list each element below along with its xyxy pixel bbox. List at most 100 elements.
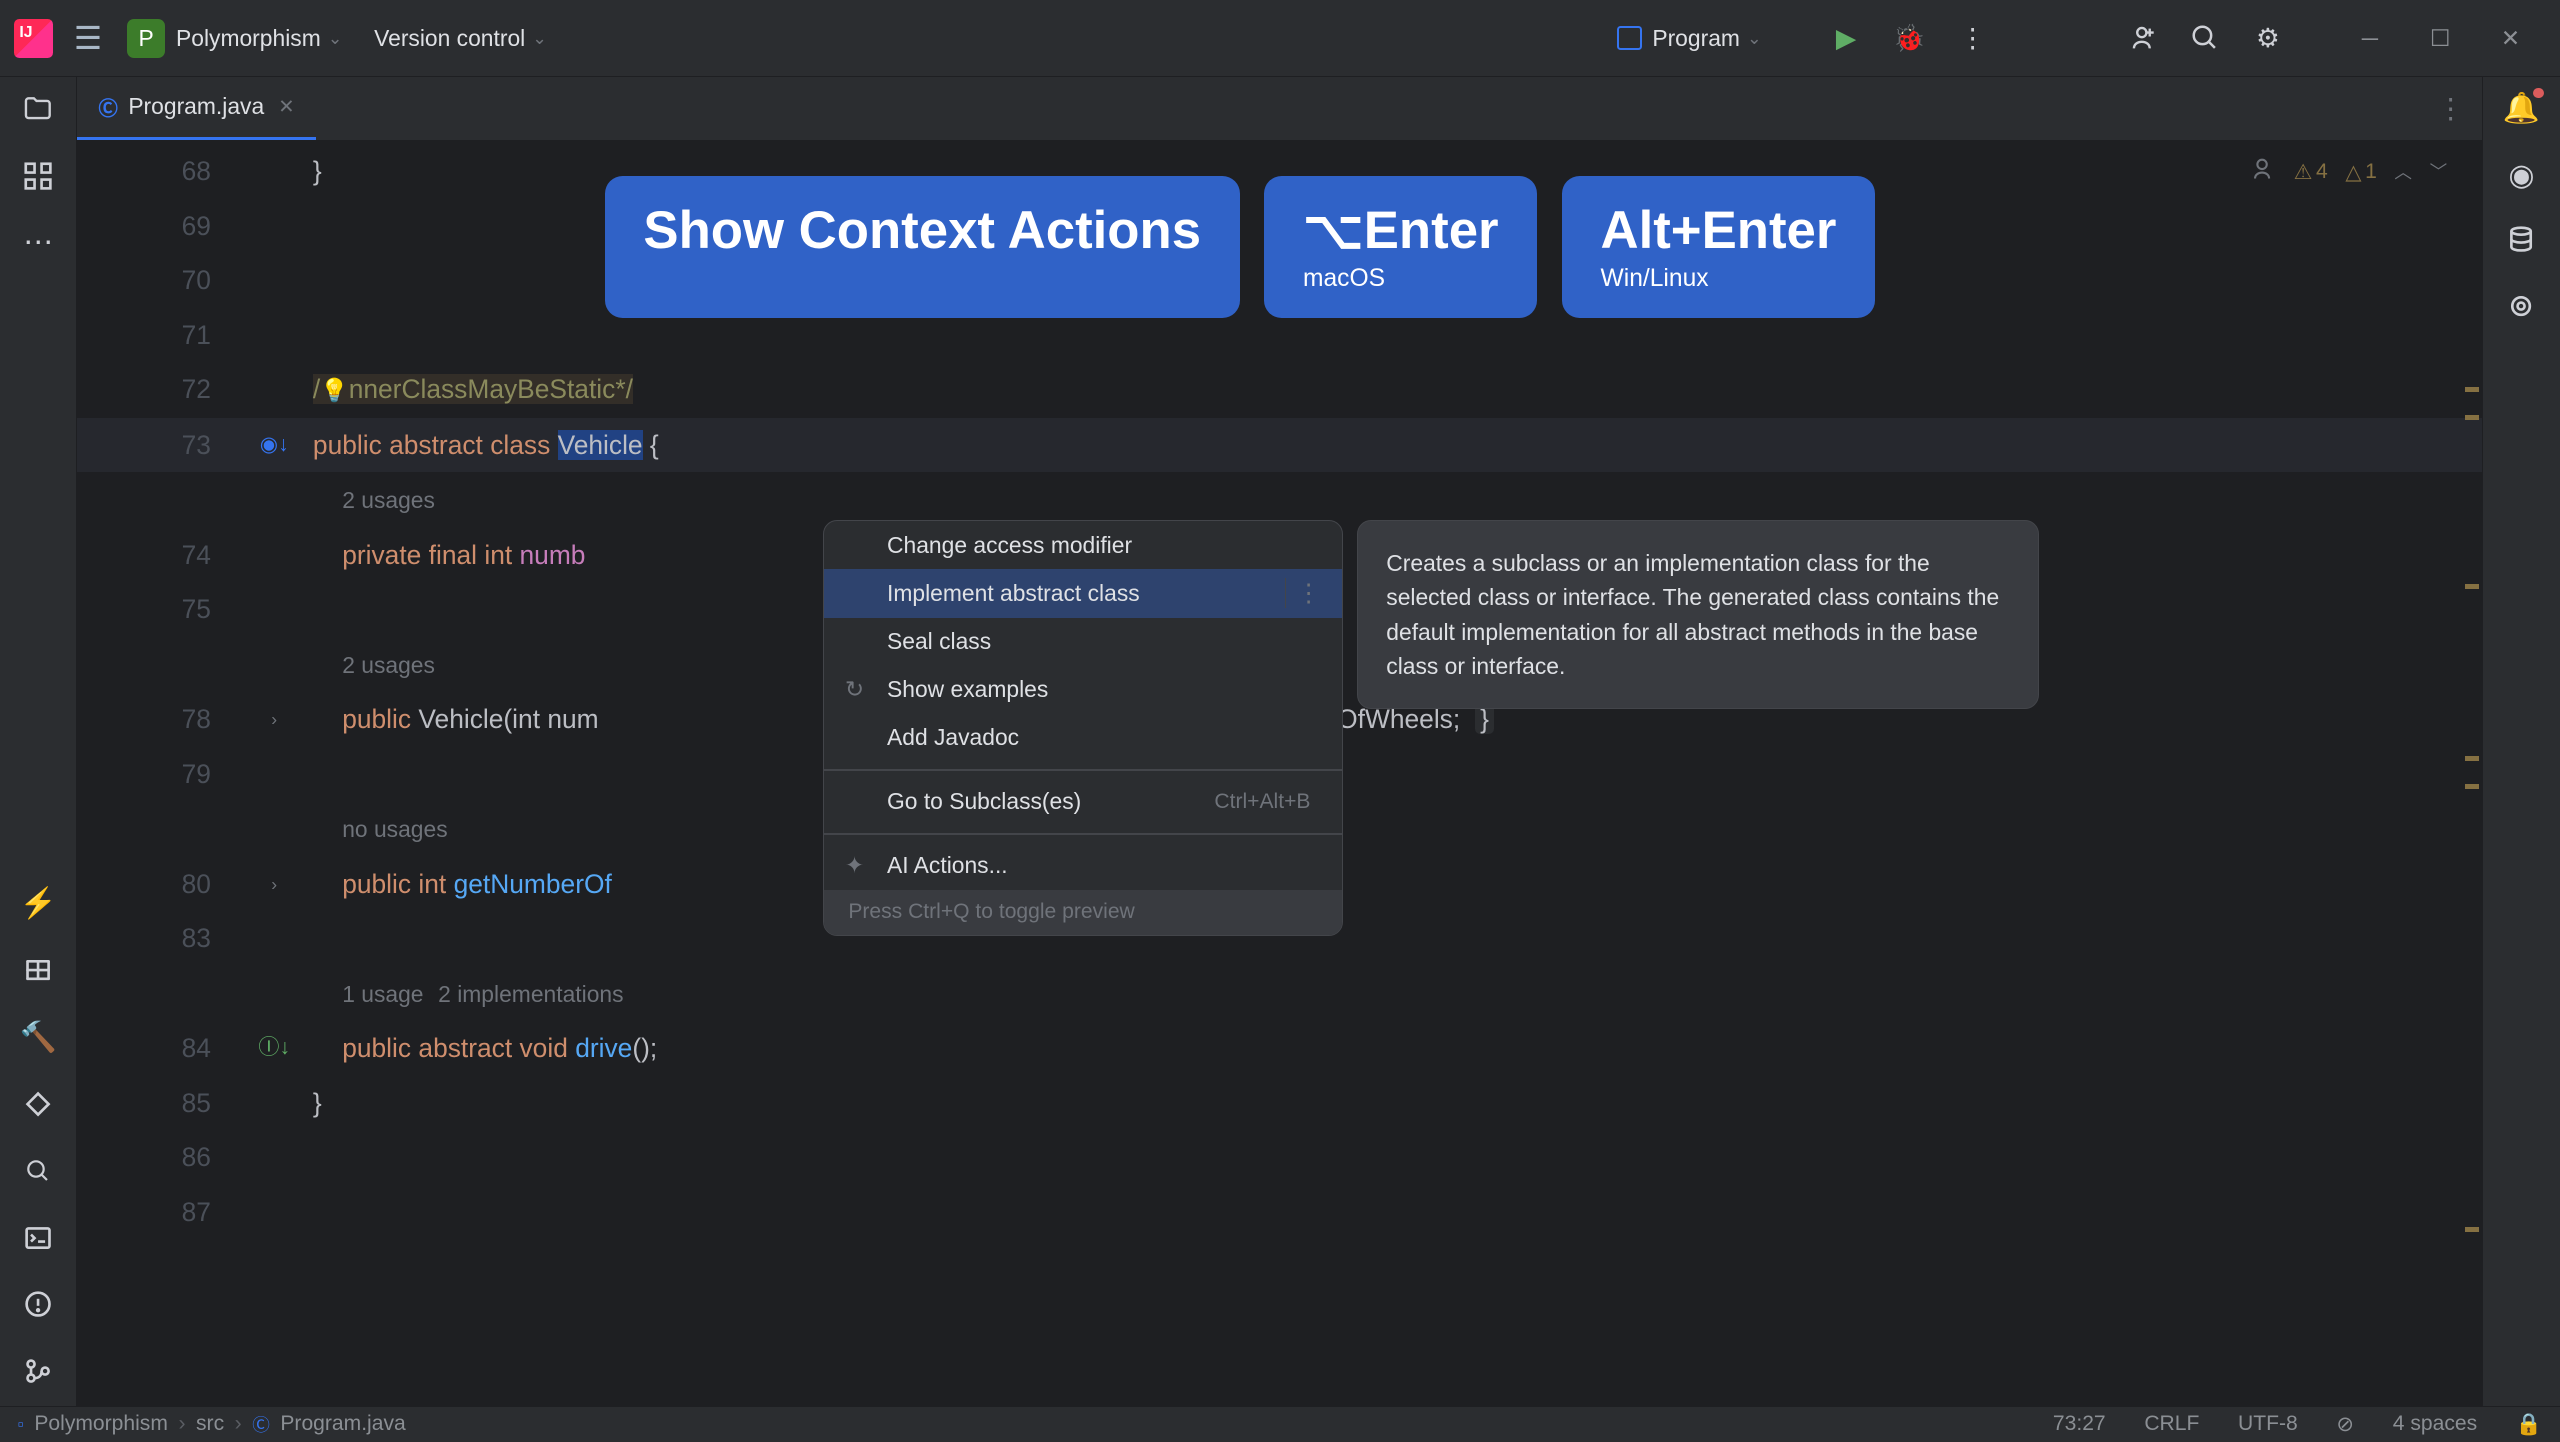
banner-title: Show Context Actions (605, 176, 1240, 318)
debug-icon[interactable]: 🐞 (1890, 23, 1929, 54)
close-tab-icon[interactable]: ✕ (278, 95, 294, 119)
project-name[interactable]: Polymorphism (176, 25, 321, 52)
inspection-comment: /💡nnerClassMayBeStatic*/ (313, 374, 633, 404)
find-tool-icon[interactable] (21, 1153, 56, 1188)
fold-icon[interactable]: › (271, 857, 277, 912)
version-control-menu[interactable]: Version control (374, 25, 525, 52)
line-number: 74 (77, 528, 235, 583)
usages-inlay[interactable]: 2 usages (342, 652, 435, 678)
code-with-me-icon[interactable] (2122, 22, 2161, 54)
line-number: 73 (77, 418, 235, 473)
run-config-icon (1617, 26, 1642, 51)
line-number: 69 (77, 199, 235, 254)
menu-item-seal-class[interactable]: Seal class (824, 618, 1342, 666)
caret-position[interactable]: 73:27 (2053, 1412, 2106, 1436)
lock-icon[interactable]: 🔒 (2516, 1412, 2542, 1437)
reader-mode-icon[interactable] (2248, 155, 2276, 189)
settings-icon[interactable]: ⚙ (2249, 23, 2288, 54)
implementations-gutter-icon[interactable]: ◉↓ (260, 418, 289, 473)
line-number: 78 (77, 692, 235, 747)
database-icon[interactable] (2507, 225, 2535, 261)
breadcrumb[interactable]: ▫ Polymorphism › src › Ⓒ Program.java (18, 1412, 406, 1437)
coverage-icon[interactable] (2507, 292, 2535, 328)
inspection-widget[interactable]: ⚠ 4 △ 1 ︿ ﹀ (2248, 155, 2447, 189)
project-tool-icon[interactable] (21, 91, 56, 126)
titlebar: ☰ P Polymorphism ⌄ Version control ⌄ Pro… (0, 0, 2560, 77)
notifications-icon[interactable]: 🔔 (2503, 91, 2540, 126)
main-menu-icon[interactable]: ☰ (74, 20, 102, 57)
usages-inlay[interactable]: 1 usage (342, 981, 423, 1007)
next-highlight-icon[interactable]: ﹀ (2430, 159, 2448, 184)
close-icon[interactable]: ✕ (2475, 25, 2545, 52)
line-number: 68 (77, 144, 235, 199)
minimize-icon[interactable]: ─ (2335, 25, 2405, 52)
prev-highlight-icon[interactable]: ︿ (2394, 159, 2412, 184)
crumb-src[interactable]: src (196, 1412, 224, 1436)
shortcut-banner: Show Context Actions ⌥Enter macOS Alt+En… (605, 176, 1875, 318)
line-number: 83 (77, 911, 235, 966)
override-gutter-icon[interactable]: Ⓘ↓ (258, 1021, 290, 1076)
maximize-icon[interactable]: ☐ (2405, 25, 2475, 52)
crumb-project[interactable]: Polymorphism (34, 1412, 168, 1436)
menu-more-icon[interactable]: ⋮ (1285, 578, 1332, 608)
usages-inlay[interactable]: 2 usages (342, 487, 435, 513)
line-number: 85 (77, 1076, 235, 1131)
line-number: 80 (77, 857, 235, 912)
usages-inlay[interactable]: no usages (342, 816, 447, 842)
run-config-selector[interactable]: Program ⌄ (1617, 25, 1793, 52)
tabs-more-icon[interactable]: ⋮ (2437, 92, 2465, 125)
services-tool-icon[interactable] (21, 953, 56, 988)
menu-separator (824, 769, 1342, 771)
line-number: 70 (77, 253, 235, 308)
chevron-down-icon[interactable]: ⌄ (328, 28, 343, 49)
crumb-file[interactable]: Program.java (280, 1412, 405, 1436)
line-number: 75 (77, 582, 235, 637)
implementations-inlay[interactable]: 2 implementations (438, 981, 623, 1007)
quick-doc-tooltip: Creates a subclass or an implementation … (1357, 520, 2039, 708)
context-actions-popup: Change access modifier Implement abstrac… (823, 520, 1343, 935)
ai-assistant-icon[interactable]: ◉ (2508, 158, 2534, 193)
weak-warning-badge[interactable]: △ 1 (2345, 159, 2376, 185)
left-toolwindow-strip: ⋯ ⚡ 🔨 (0, 77, 77, 1406)
project-badge[interactable]: P (127, 19, 166, 58)
menu-separator (824, 833, 1342, 835)
fold-icon[interactable]: › (271, 692, 277, 747)
run-icon[interactable]: ▶ (1827, 23, 1866, 54)
readonly-toggle-icon[interactable]: ⊘ (2336, 1411, 2354, 1437)
search-icon[interactable] (2185, 23, 2224, 53)
run-config-label: Program (1652, 25, 1740, 52)
intention-bulb-icon[interactable]: 💡 (320, 377, 348, 403)
menu-item-implement-abstract[interactable]: Implement abstract class⋮ (824, 569, 1342, 617)
more-icon[interactable]: ⋮ (1953, 23, 1992, 54)
menu-item-add-javadoc[interactable]: Add Javadoc (824, 714, 1342, 762)
error-stripe[interactable] (2461, 141, 2482, 1407)
refresh-icon: ↻ (845, 676, 864, 703)
structure-tool-icon[interactable] (21, 158, 56, 193)
indent-widget[interactable]: 4 spaces (2393, 1412, 2477, 1436)
menu-footer-hint: Press Ctrl+Q to toggle preview (824, 890, 1342, 935)
line-number: 71 (77, 308, 235, 363)
chevron-down-icon: ⌄ (1747, 28, 1762, 49)
menu-item-change-access[interactable]: Change access modifier (824, 521, 1342, 569)
module-icon: ▫ (18, 1414, 24, 1435)
warning-badge[interactable]: ⚠ 4 (2294, 159, 2328, 185)
chevron-down-icon[interactable]: ⌄ (532, 28, 547, 49)
line-number: 87 (77, 1185, 235, 1240)
editor-tabs: Ⓒ Program.java ✕ ⋮ (77, 77, 2482, 140)
more-tool-icon[interactable]: ⋯ (21, 225, 56, 260)
menu-item-goto-subclass[interactable]: Go to Subclass(es)Ctrl+Alt+B (824, 778, 1342, 826)
ai-icon: ✦ (845, 852, 864, 879)
run-tool-icon[interactable] (21, 1086, 56, 1121)
terminal-tool-icon[interactable] (21, 1220, 56, 1255)
java-class-icon: Ⓒ (98, 93, 117, 121)
vcs-tool-icon[interactable] (21, 1354, 56, 1389)
tab-program-java[interactable]: Ⓒ Program.java ✕ (77, 77, 315, 140)
build-tool-icon[interactable]: 🔨 (21, 1020, 56, 1055)
ai-tool-icon[interactable]: ⚡ (21, 886, 56, 921)
file-encoding[interactable]: UTF-8 (2238, 1412, 2298, 1436)
problems-tool-icon[interactable] (21, 1287, 56, 1322)
line-separator[interactable]: CRLF (2144, 1412, 2199, 1436)
menu-item-ai-actions[interactable]: ✦AI Actions... (824, 842, 1342, 890)
line-number: 86 (77, 1130, 235, 1185)
menu-item-show-examples[interactable]: ↻Show examples (824, 666, 1342, 714)
